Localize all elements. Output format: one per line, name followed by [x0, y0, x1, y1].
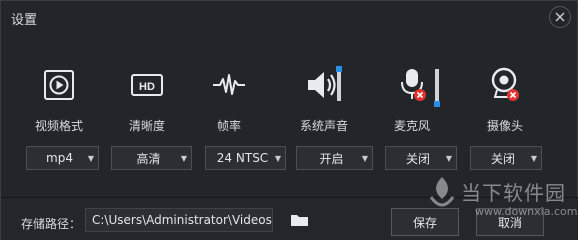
dropdown-caret-icon: ▼ — [445, 153, 453, 163]
device-label: 系统声音 — [299, 119, 348, 133]
folder-icon — [291, 215, 308, 226]
microphone-volume-slider[interactable] — [435, 69, 439, 105]
dropdown-caret-icon: ▼ — [87, 153, 95, 163]
watermark-url: www.downxia.com — [475, 205, 578, 218]
storage-path-input[interactable]: C:\Users\Administrator\Videos — [85, 208, 273, 232]
device-video-format[interactable]: 视频格式 — [14, 61, 104, 141]
title-bar: 设置 — [1, 1, 578, 33]
frame-rate-select[interactable]: 24 NTSC ▼ — [205, 146, 286, 170]
device-system-sound[interactable]: 系统声音 — [279, 61, 369, 141]
device-label: 视频格式 — [34, 119, 83, 133]
device-options: 视频格式 HD 清晰度 帧率 系统声音 麦克风 摄像头 — [1, 61, 578, 141]
device-label: 麦克风 — [393, 119, 430, 133]
select-value: 高清 — [136, 151, 161, 166]
storage-path-label: 存储路径： — [21, 217, 82, 231]
microphone-off-icon — [390, 63, 434, 107]
hd-icon: HD — [125, 63, 169, 107]
browse-folder-button[interactable] — [289, 211, 311, 229]
watermark-logo-icon — [429, 177, 455, 207]
watermark: 当下软件园 www.downxia.com — [423, 171, 577, 239]
dropdown-caret-icon: ▼ — [180, 153, 188, 163]
video-format-select[interactable]: mp4 ▼ — [26, 146, 99, 170]
video-format-icon — [37, 63, 81, 107]
watermark-text: 当下软件园 — [461, 181, 566, 205]
system-volume-slider[interactable] — [337, 67, 341, 101]
dropdown-caret-icon: ▼ — [274, 153, 282, 163]
camera-off-icon — [483, 63, 527, 107]
device-label: 清晰度 — [128, 119, 165, 133]
select-value: mp4 — [46, 151, 73, 165]
window-title: 设置 — [11, 13, 38, 28]
device-frame-rate[interactable]: 帧率 — [184, 61, 274, 141]
device-camera[interactable]: 摄像头 — [460, 61, 550, 141]
dropdown-caret-icon: ▼ — [361, 153, 369, 163]
device-label: 摄像头 — [486, 119, 523, 133]
settings-dialog: 设置 视频格式 HD 清晰度 帧率 系统声音 麦克风 摄像头 mp4 ▼ 高清 … — [0, 0, 578, 240]
system-sound-select[interactable]: 开启 ▼ — [296, 146, 373, 170]
close-icon — [555, 12, 565, 22]
microphone-select[interactable]: 关闭 ▼ — [385, 146, 457, 170]
device-clarity[interactable]: HD 清晰度 — [102, 61, 192, 141]
frame-rate-icon — [207, 63, 251, 107]
device-selects: mp4 ▼ 高清 ▼ 24 NTSC ▼ 开启 ▼ 关闭 ▼ 关闭 ▼ — [1, 146, 578, 170]
select-value: 开启 — [319, 151, 344, 166]
device-label: 帧率 — [216, 119, 241, 133]
system-volume-handle[interactable] — [336, 66, 342, 72]
select-value: 关闭 — [490, 151, 515, 166]
svg-text:HD: HD — [139, 81, 155, 93]
select-value: 关闭 — [405, 151, 430, 166]
camera-select[interactable]: 关闭 ▼ — [470, 146, 542, 170]
clarity-select[interactable]: 高清 ▼ — [111, 146, 192, 170]
close-button[interactable] — [549, 6, 571, 28]
device-microphone[interactable]: 麦克风 — [367, 61, 457, 141]
microphone-volume-handle[interactable] — [434, 101, 440, 107]
select-value: 24 NTSC — [216, 151, 269, 165]
dropdown-caret-icon: ▼ — [530, 153, 538, 163]
